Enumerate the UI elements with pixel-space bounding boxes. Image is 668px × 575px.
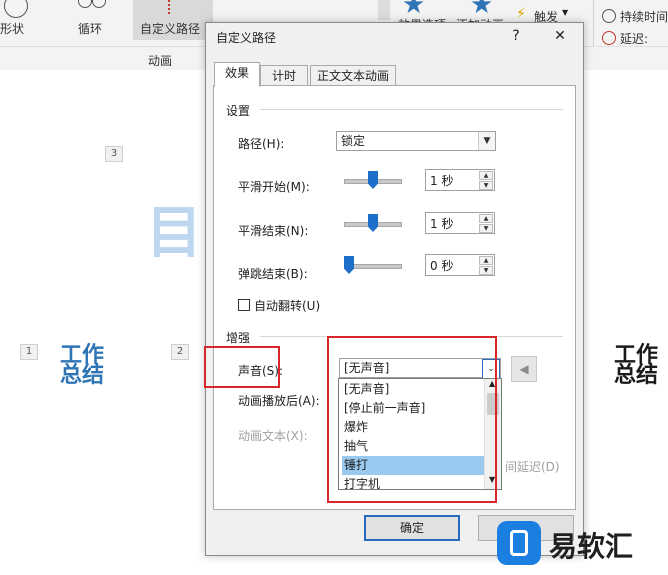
loop-effect-icon bbox=[78, 0, 106, 14]
path-label: 路径(H): bbox=[238, 137, 285, 151]
spin-down-icon[interactable]: ▼ bbox=[479, 266, 493, 275]
wordart-right: 工作总结 bbox=[614, 343, 659, 388]
slider-thumb[interactable] bbox=[368, 171, 378, 189]
clock-icon bbox=[602, 8, 620, 23]
tab-timing[interactable]: 计时 bbox=[260, 65, 308, 86]
ribbon-group-label: 动画 bbox=[148, 54, 173, 68]
slider-thumb[interactable] bbox=[368, 214, 378, 232]
smooth-start-label: 平滑开始(M): bbox=[238, 180, 310, 194]
watermark: 易软汇 bbox=[497, 513, 663, 573]
delay-label: 延迟: bbox=[620, 32, 649, 46]
animation-order-tag: 2 bbox=[171, 344, 189, 360]
spin-up-icon[interactable]: ▲ bbox=[479, 256, 493, 265]
auto-reverse-label: 自动翻转(U) bbox=[254, 299, 321, 313]
chevron-down-icon: ▼ bbox=[478, 132, 495, 150]
smooth-end-label: 平滑结束(N): bbox=[238, 224, 309, 238]
enhance-section-title: 增强 bbox=[226, 331, 251, 345]
brand-logo-icon bbox=[497, 521, 541, 565]
after-animation-label: 动画播放后(A): bbox=[238, 394, 320, 408]
bounce-end-label: 弹跳结束(B): bbox=[238, 267, 308, 281]
speaker-icon[interactable]: ◀ bbox=[511, 356, 537, 382]
bounce-end-value: 0 秒 bbox=[430, 259, 454, 273]
ok-button[interactable]: 确定 bbox=[364, 515, 460, 541]
tab-text-animation[interactable]: 正文文本动画 bbox=[310, 65, 396, 86]
annotation-box-sound-list bbox=[327, 336, 497, 503]
delay-clock-icon bbox=[602, 30, 620, 45]
duration-label: 持续时间 bbox=[620, 10, 668, 24]
smooth-end-value: 1 秒 bbox=[430, 217, 454, 231]
bounce-end-spinner[interactable]: 0 秒 ▲ ▼ bbox=[425, 254, 495, 276]
settings-section-title: 设置 bbox=[226, 104, 251, 118]
smooth-start-spinner[interactable]: 1 秒 ▲ ▼ bbox=[425, 169, 495, 191]
animate-text-label: 动画文本(X): bbox=[238, 429, 308, 443]
path-select-value: 锁定 bbox=[341, 134, 366, 148]
lightning-icon: ⚡ bbox=[516, 6, 526, 22]
path-select[interactable]: 锁定 ▼ bbox=[336, 131, 496, 151]
wordart-left: 工作总结 bbox=[60, 343, 105, 388]
spin-down-icon[interactable]: ▼ bbox=[479, 181, 493, 190]
spin-up-icon[interactable]: ▲ bbox=[479, 171, 493, 180]
ribbon-item-custom-path[interactable]: 自定义路径 bbox=[140, 20, 200, 37]
custom-path-icon bbox=[168, 0, 178, 14]
smooth-start-slider[interactable] bbox=[344, 171, 402, 191]
animation-order-tag: 1 bbox=[20, 344, 38, 360]
ghost-character: 目 bbox=[146, 201, 202, 266]
shape-effect-icon bbox=[4, 0, 28, 18]
tab-effect[interactable]: 效果 bbox=[214, 62, 260, 87]
smooth-end-slider[interactable] bbox=[344, 214, 402, 234]
slider-thumb[interactable] bbox=[344, 256, 354, 274]
ribbon-scroll-arrow[interactable] bbox=[378, 0, 390, 20]
animation-order-tag: 3 bbox=[105, 146, 123, 162]
bounce-end-slider[interactable] bbox=[344, 256, 402, 276]
section-divider bbox=[260, 109, 563, 110]
spin-up-icon[interactable]: ▲ bbox=[479, 214, 493, 223]
help-button[interactable]: ? bbox=[506, 26, 526, 46]
auto-reverse-checkbox[interactable] bbox=[238, 299, 250, 311]
ribbon-item-shape[interactable]: 形状 bbox=[0, 20, 24, 37]
annotation-box-sound-label bbox=[204, 346, 280, 388]
ribbon-item-loop[interactable]: 循环 bbox=[78, 20, 102, 37]
watermark-text: 易软汇 bbox=[549, 530, 634, 563]
delay-between-label: 间延迟(D) bbox=[505, 460, 560, 474]
smooth-start-value: 1 秒 bbox=[430, 174, 454, 188]
smooth-end-spinner[interactable]: 1 秒 ▲ ▼ bbox=[425, 212, 495, 234]
ribbon-separator bbox=[593, 0, 594, 46]
chevron-down-icon: ▼ bbox=[562, 8, 569, 17]
spin-down-icon[interactable]: ▼ bbox=[479, 224, 493, 233]
dialog-title: 自定义路径 bbox=[216, 31, 277, 45]
close-button[interactable]: ✕ bbox=[550, 26, 570, 46]
